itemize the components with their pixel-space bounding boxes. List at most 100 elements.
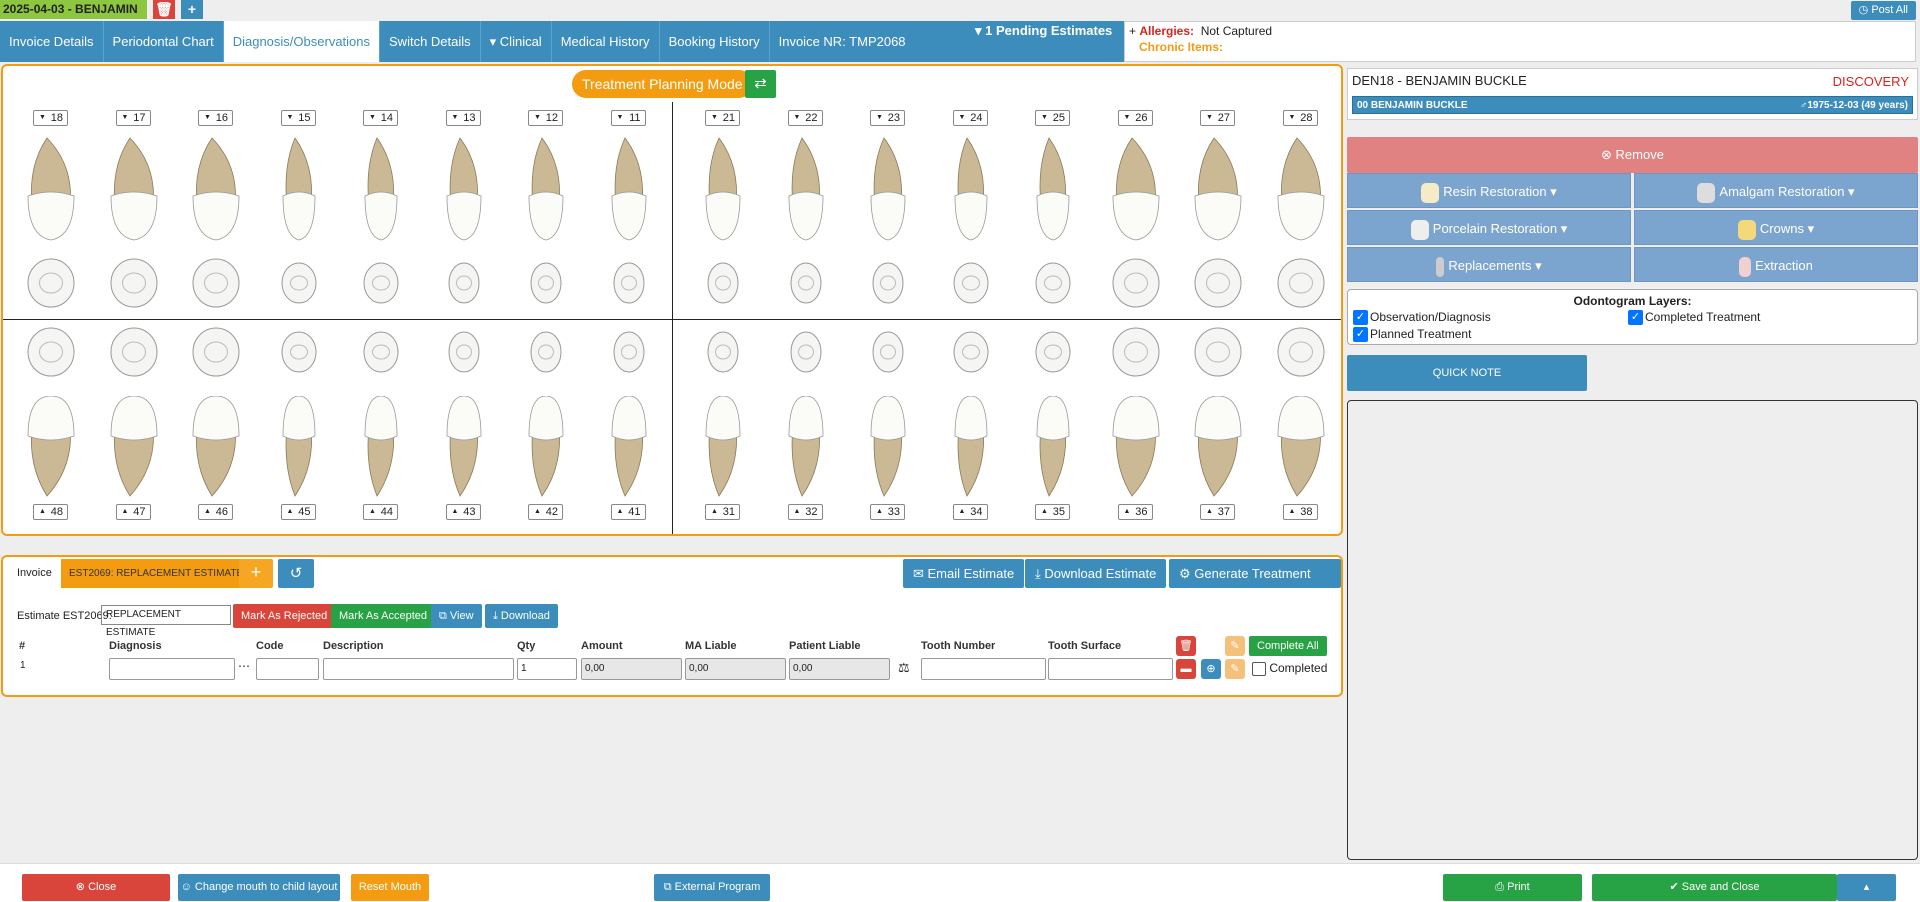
tab-diagnosis-observations[interactable]: Diagnosis/Observations — [223, 21, 381, 62]
tooth-label-18[interactable]: ▼ 18 — [33, 110, 68, 126]
porcelain-restoration-button[interactable]: Porcelain Restoration ▾ — [1347, 210, 1631, 245]
tooth-41-occlusal-view[interactable] — [594, 324, 664, 383]
tooth-45-occlusal-view[interactable] — [264, 324, 334, 383]
edit-row-button[interactable]: ✎ — [1225, 659, 1245, 679]
tooth-42-side-view[interactable] — [511, 395, 581, 569]
post-all-button[interactable]: ◷ Post All — [1850, 1, 1916, 20]
tooth-28-occlusal-view[interactable] — [1266, 255, 1336, 314]
save-options-caret-button[interactable]: ▴ — [1837, 874, 1896, 901]
tooth-34-occlusal-view[interactable] — [936, 324, 1006, 383]
tooth-38-side-view[interactable] — [1266, 395, 1336, 569]
tooth-33-side-view[interactable] — [853, 395, 923, 569]
external-program-button[interactable]: ⧉ External Program — [654, 874, 770, 901]
tooth-12-occlusal-view[interactable] — [511, 255, 581, 314]
amalgam-restoration-button[interactable]: Amalgam Restoration ▾ — [1634, 173, 1918, 208]
tooth-48-occlusal-view[interactable] — [16, 324, 86, 383]
history-button[interactable]: ↺ — [278, 559, 314, 588]
tooth-label-32[interactable]: ▲ 32 — [787, 504, 823, 520]
view-button[interactable]: ⧉ View — [431, 604, 482, 628]
tooth-13-occlusal-view[interactable] — [429, 255, 499, 314]
tooth-label-31[interactable]: ▲ 31 — [705, 504, 740, 520]
delete-invoice-button[interactable]: 🗑 — [153, 0, 175, 19]
tab-switch-details[interactable]: Switch Details — [380, 21, 481, 62]
estimate-name-input[interactable]: REPLACEMENT ESTIMATE — [101, 605, 231, 638]
tooth-label-15[interactable]: ▼ 15 — [280, 110, 316, 126]
tooth-37-side-view[interactable] — [1183, 395, 1253, 569]
resin-restoration-button[interactable]: Resin Restoration ▾ — [1347, 173, 1631, 208]
tooth-47-side-view[interactable] — [99, 395, 169, 569]
tooth-46-occlusal-view[interactable] — [181, 324, 251, 383]
qty-input[interactable]: 1 — [517, 658, 577, 680]
tooth-label-36[interactable]: ▲ 36 — [1117, 504, 1153, 520]
tooth-18-occlusal-view[interactable] — [16, 255, 86, 314]
tab-periodontal-chart[interactable]: Periodontal Chart — [104, 21, 224, 62]
tooth-14-occlusal-view[interactable] — [346, 255, 416, 314]
tooth-label-47[interactable]: ▲ 47 — [115, 504, 151, 520]
tooth-25-occlusal-view[interactable] — [1018, 255, 1088, 314]
tooth-label-21[interactable]: ▼ 21 — [705, 110, 740, 126]
tooth-22-occlusal-view[interactable] — [771, 255, 841, 314]
mark-accepted-button[interactable]: Mark As Accepted — [331, 604, 436, 628]
tooth-45-side-view[interactable] — [264, 395, 334, 569]
edit-all-button[interactable]: ✎ — [1225, 636, 1245, 656]
scale-icon[interactable]: ⚖ — [898, 660, 910, 676]
add-invoice-button[interactable]: + — [181, 0, 203, 19]
tooth-label-42[interactable]: ▲ 42 — [528, 504, 563, 520]
tooth-label-17[interactable]: ▼ 17 — [115, 110, 151, 126]
tab-invoice[interactable]: Invoice — [9, 559, 60, 588]
tooth-label-26[interactable]: ▼ 26 — [1117, 110, 1153, 126]
reset-mouth-button[interactable]: Reset Mouth — [351, 874, 429, 901]
tab-invoice-details[interactable]: Invoice Details — [0, 21, 104, 62]
tooth-label-16[interactable]: ▼ 16 — [198, 110, 233, 126]
tooth-35-occlusal-view[interactable] — [1018, 324, 1088, 383]
tooth-label-37[interactable]: ▲ 37 — [1200, 504, 1235, 520]
add-estimate-button[interactable]: + — [239, 559, 273, 588]
generate-treatment-plan-button[interactable]: ⚙ Generate Treatment Plan — [1169, 559, 1341, 610]
tooth-32-occlusal-view[interactable] — [771, 324, 841, 383]
tooth-44-occlusal-view[interactable] — [346, 324, 416, 383]
change-mouth-layout-button[interactable]: ☺ Change mouth to child layout — [178, 874, 340, 901]
quick-note-button[interactable]: QUICK NOTE — [1347, 355, 1587, 391]
tooth-43-occlusal-view[interactable] — [429, 324, 499, 383]
download-button[interactable]: ⤓ Download — [485, 604, 558, 628]
tooth-26-occlusal-view[interactable] — [1101, 255, 1171, 314]
tooth-label-48[interactable]: ▲ 48 — [33, 504, 68, 520]
tab-estimate[interactable]: EST2069: REPLACEMENT ESTIMATE — [61, 559, 252, 588]
tooth-label-24[interactable]: ▼ 24 — [952, 110, 988, 126]
tooth-label-12[interactable]: ▼ 12 — [528, 110, 563, 126]
tooth-36-side-view[interactable] — [1101, 395, 1171, 569]
tooth-42-occlusal-view[interactable] — [511, 324, 581, 383]
print-button[interactable]: ⎙ Print — [1443, 874, 1582, 901]
tooth-label-46[interactable]: ▲ 46 — [198, 504, 233, 520]
tooth-46-side-view[interactable] — [181, 395, 251, 569]
swap-mode-button[interactable]: ⇄ — [745, 70, 776, 98]
extraction-button[interactable]: Extraction — [1634, 247, 1918, 282]
email-estimate-button[interactable]: ✉ Email Estimate — [903, 559, 1025, 588]
diagnosis-input[interactable] — [109, 658, 235, 680]
tooth-31-side-view[interactable] — [688, 395, 758, 569]
tooth-label-45[interactable]: ▲ 45 — [280, 504, 316, 520]
tooth-16-occlusal-view[interactable] — [181, 255, 251, 314]
tooth-41-side-view[interactable] — [594, 395, 664, 569]
tooth-label-44[interactable]: ▲ 44 — [363, 504, 398, 520]
close-button[interactable]: ⊗ Close — [22, 874, 170, 901]
remove-button[interactable]: ⊗ Remove — [1347, 137, 1918, 173]
tooth-label-25[interactable]: ▼ 25 — [1035, 110, 1070, 126]
completed-checkbox[interactable]: Completed — [1252, 661, 1327, 676]
delete-all-button[interactable]: 🗑 — [1176, 636, 1196, 656]
observation-layer-checkbox[interactable]: ✓ Observation/Diagnosis — [1353, 310, 1491, 326]
tooth-21-occlusal-view[interactable] — [688, 255, 758, 314]
remove-row-button[interactable]: ▬ — [1176, 659, 1196, 679]
tooth-label-34[interactable]: ▲ 34 — [952, 504, 988, 520]
tooth-36-occlusal-view[interactable] — [1101, 324, 1171, 383]
crowns-button[interactable]: Crowns ▾ — [1634, 210, 1918, 245]
tooth-37-occlusal-view[interactable] — [1183, 324, 1253, 383]
tooth-11-occlusal-view[interactable] — [594, 255, 664, 314]
tooth-44-side-view[interactable] — [346, 395, 416, 569]
complete-all-button[interactable]: Complete All — [1249, 636, 1327, 656]
tooth-label-41[interactable]: ▲ 41 — [610, 504, 646, 520]
appointment-date-badge[interactable]: 2025-04-03 - BENJAMIN — [0, 0, 147, 19]
tooth-label-22[interactable]: ▼ 22 — [787, 110, 823, 126]
tooth-47-occlusal-view[interactable] — [99, 324, 169, 383]
tooth-34-side-view[interactable] — [936, 395, 1006, 569]
